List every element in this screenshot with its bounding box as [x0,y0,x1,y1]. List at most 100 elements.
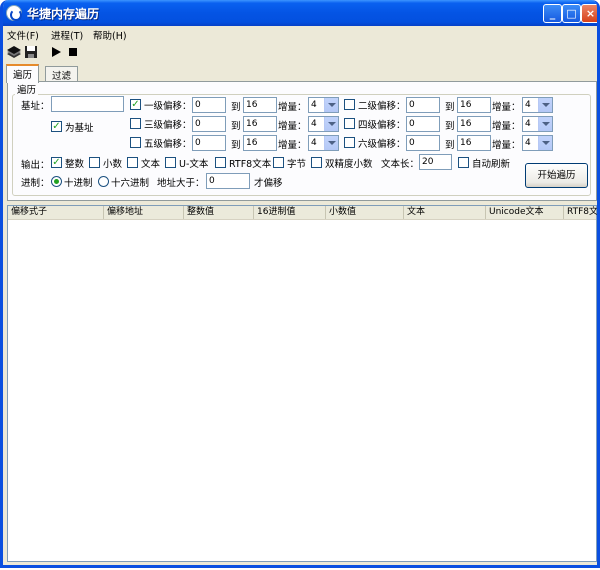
offset-5-increment-value: 4 [311,138,317,148]
auto-refresh-checkbox[interactable] [458,157,469,168]
offset-5-increment-select[interactable]: 4 [308,135,339,151]
offset-3-from-input[interactable]: 0 [192,116,226,132]
group-legend: 遍历 [15,82,39,96]
chevron-down-icon[interactable] [324,117,338,131]
chevron-down-icon[interactable] [538,98,552,112]
offset-1-increment-value: 4 [311,100,317,110]
output-integer-label: 整数 [65,159,85,170]
offset-3-increment-select[interactable]: 4 [308,116,339,132]
offset-5-label: 五级偏移： [144,139,192,150]
column-header[interactable]: Unicode文本 [486,206,564,219]
offset-3-label: 三级偏移： [144,120,192,131]
offset-2-increment-value: 4 [525,100,531,110]
column-header[interactable]: 偏移地址 [104,206,184,219]
column-header[interactable]: 偏移式子 [8,206,104,219]
output-text-checkbox[interactable] [127,157,138,168]
output-decimal-label: 小数 [103,159,123,170]
output-byte-checkbox[interactable] [273,157,284,168]
offset-5-to-label: 到 [231,140,241,151]
title-bar[interactable]: 华捷内存遍历 _ □ × [3,0,597,26]
offset-5-to-input[interactable]: 16 [243,135,277,151]
offset-4-increment-label: 增量： [492,121,521,132]
main-window: 华捷内存遍历 _ □ × 文件(F) 进程(T) 帮助(H) 遍历 过滤 遍历 … [0,0,600,568]
tab-panel-traverse: 基址： ✓ 为基址 ✓ 一级偏移： 0 到 16 增量： 4 二级偏移： 0 到 16 增量： 4 三级偏… [7,81,597,201]
offset-2-to-label: 到 [445,102,455,113]
offset-2-from-input[interactable]: 0 [406,97,440,113]
column-header[interactable]: 16进制值 [254,206,326,219]
radix-label: 进制： [21,178,50,189]
column-header[interactable]: 文本 [404,206,486,219]
menu-help[interactable]: 帮助(H) [93,28,127,42]
output-utext-label: U-文本 [179,159,209,170]
close-button[interactable]: × [581,4,597,23]
radix-decimal-label: 十进制 [64,178,93,189]
offset-6-increment-label: 增量： [492,140,521,151]
text-length-input[interactable]: 20 [419,154,452,170]
minimize-button[interactable]: _ [543,4,562,23]
output-double-checkbox[interactable] [311,157,322,168]
column-header[interactable]: 整数值 [184,206,254,219]
column-header[interactable]: RTF8文本 [564,206,597,219]
radix-hex-radio[interactable] [98,176,109,187]
is-base-checkbox[interactable]: ✓ [51,121,62,132]
radix-hex-label: 十六进制 [111,178,150,189]
output-rtf8-checkbox[interactable] [215,157,226,168]
offset-6-to-input[interactable]: 16 [457,135,491,151]
tab-traverse[interactable]: 遍历 [6,64,40,83]
output-integer-checkbox[interactable]: ✓ [51,157,62,168]
offset-4-checkbox[interactable] [344,118,355,129]
text-length-label: 文本长： [381,159,420,170]
chevron-down-icon[interactable] [538,117,552,131]
offset-3-to-input[interactable]: 16 [243,116,277,132]
offset-2-increment-label: 增量： [492,102,521,113]
play-icon[interactable] [48,44,64,60]
output-utext-checkbox[interactable] [165,157,176,168]
offset-2-to-input[interactable]: 16 [457,97,491,113]
menu-file[interactable]: 文件(F) [7,28,39,42]
offset-3-increment-label: 增量： [278,121,307,132]
output-byte-label: 字节 [287,159,307,170]
offset-4-increment-select[interactable]: 4 [522,116,553,132]
base-address-input[interactable] [51,96,124,112]
offset-6-checkbox[interactable] [344,137,355,148]
offset-5-from-input[interactable]: 0 [192,135,226,151]
maximize-button[interactable]: □ [562,4,581,23]
offset-1-to-label: 到 [231,102,241,113]
chevron-down-icon[interactable] [538,136,552,150]
offset-6-from-input[interactable]: 0 [406,135,440,151]
offset-1-label: 一级偏移： [144,101,192,112]
open-process-icon[interactable] [6,44,22,60]
toolbar [3,43,597,62]
offset-2-checkbox[interactable] [344,99,355,110]
offset-1-from-input[interactable]: 0 [192,97,226,113]
offset-4-from-input[interactable]: 0 [406,116,440,132]
tab-filter[interactable]: 过滤 [45,66,79,82]
address-greater-suffix: 才偏移 [254,178,283,189]
chevron-down-icon[interactable] [324,136,338,150]
offset-3-checkbox[interactable] [130,118,141,129]
offset-1-increment-select[interactable]: 4 [308,97,339,113]
address-greater-input[interactable]: 0 [206,173,250,189]
results-listview[interactable]: 偏移式子偏移地址整数值16进制值小数值文本Unicode文本RTF8文本 [7,205,597,562]
offset-6-increment-select[interactable]: 4 [522,135,553,151]
offset-4-to-input[interactable]: 16 [457,116,491,132]
offset-2-increment-select[interactable]: 4 [522,97,553,113]
save-icon[interactable] [23,44,39,60]
offset-5-increment-label: 增量： [278,140,307,151]
menu-process[interactable]: 进程(T) [51,28,83,42]
offset-3-to-label: 到 [231,121,241,132]
output-text-label: 文本 [141,159,161,170]
offset-5-checkbox[interactable] [130,137,141,148]
app-icon[interactable] [6,5,22,21]
listview-header: 偏移式子偏移地址整数值16进制值小数值文本Unicode文本RTF8文本 [8,206,597,220]
auto-refresh-label: 自动刷新 [472,159,511,170]
offset-1-to-input[interactable]: 16 [243,97,277,113]
chevron-down-icon[interactable] [324,98,338,112]
start-traverse-button[interactable]: 开始遍历 [525,163,588,188]
stop-icon[interactable] [65,44,81,60]
output-decimal-checkbox[interactable] [89,157,100,168]
column-header[interactable]: 小数值 [326,206,404,219]
offset-1-checkbox[interactable]: ✓ [130,99,141,110]
radix-decimal-radio[interactable] [51,176,62,187]
offset-4-label: 四级偏移： [358,120,406,131]
